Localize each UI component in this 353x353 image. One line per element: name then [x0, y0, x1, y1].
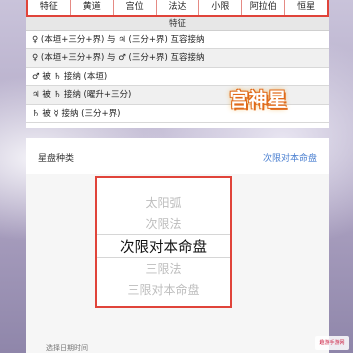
wheel-option[interactable]: 次限法	[97, 215, 230, 232]
tab-firdaria[interactable]: 法达	[157, 0, 200, 15]
tab-houses[interactable]: 宫位	[114, 0, 157, 15]
wheel-option-selected[interactable]: 次限对本命盘	[97, 236, 230, 257]
tab-fixed-stars[interactable]: 恒星	[285, 0, 327, 15]
site-watermark: 趣游手游网	[315, 336, 349, 350]
wheel-option[interactable]: 三限对本命盘	[97, 281, 230, 298]
tab-features[interactable]: 特征	[28, 0, 71, 15]
picker-selected-value[interactable]: 次限对本命盘	[263, 151, 317, 164]
table-header: 特征	[26, 17, 329, 31]
brand-logo: 宫神星	[229, 89, 287, 111]
tab-bar: 特征 黄道 宫位 法达 小限 阿拉伯 恒星	[26, 0, 329, 17]
datetime-label: 选择日期时间	[46, 344, 88, 352]
picker-wheel[interactable]: 太阳弧 次限法 次限对本命盘 三限法 三限对本命盘	[95, 176, 232, 308]
picker-label: 星盘种类	[38, 154, 75, 164]
wheel-option[interactable]: 太阳弧	[97, 194, 230, 211]
chart-type-picker-screenshot: 星盘种类 次限对本命盘 太阳弧 次限法 次限对本命盘 三限法 三限对本命盘 选择…	[26, 138, 329, 353]
tab-arabic-parts[interactable]: 阿拉伯	[242, 0, 286, 15]
table-row: ♀ (本垣+三分+界) 与 ♃ (三分+界) 互容接纳	[26, 31, 329, 50]
wheel-option[interactable]: 三限法	[97, 260, 230, 277]
tab-profection[interactable]: 小限	[199, 0, 243, 15]
table-row: ♂ 被 ♄ 接纳 (本垣)	[26, 68, 329, 87]
tab-zodiac[interactable]: 黄道	[71, 0, 114, 15]
selection-line-bottom	[97, 257, 230, 258]
picker-header[interactable]: 星盘种类 次限对本命盘	[26, 138, 329, 174]
table-row: ♀ (本垣+三分+界) 与 ♂ (三分+界) 互容接纳	[26, 49, 329, 68]
selection-line-top	[97, 234, 230, 235]
